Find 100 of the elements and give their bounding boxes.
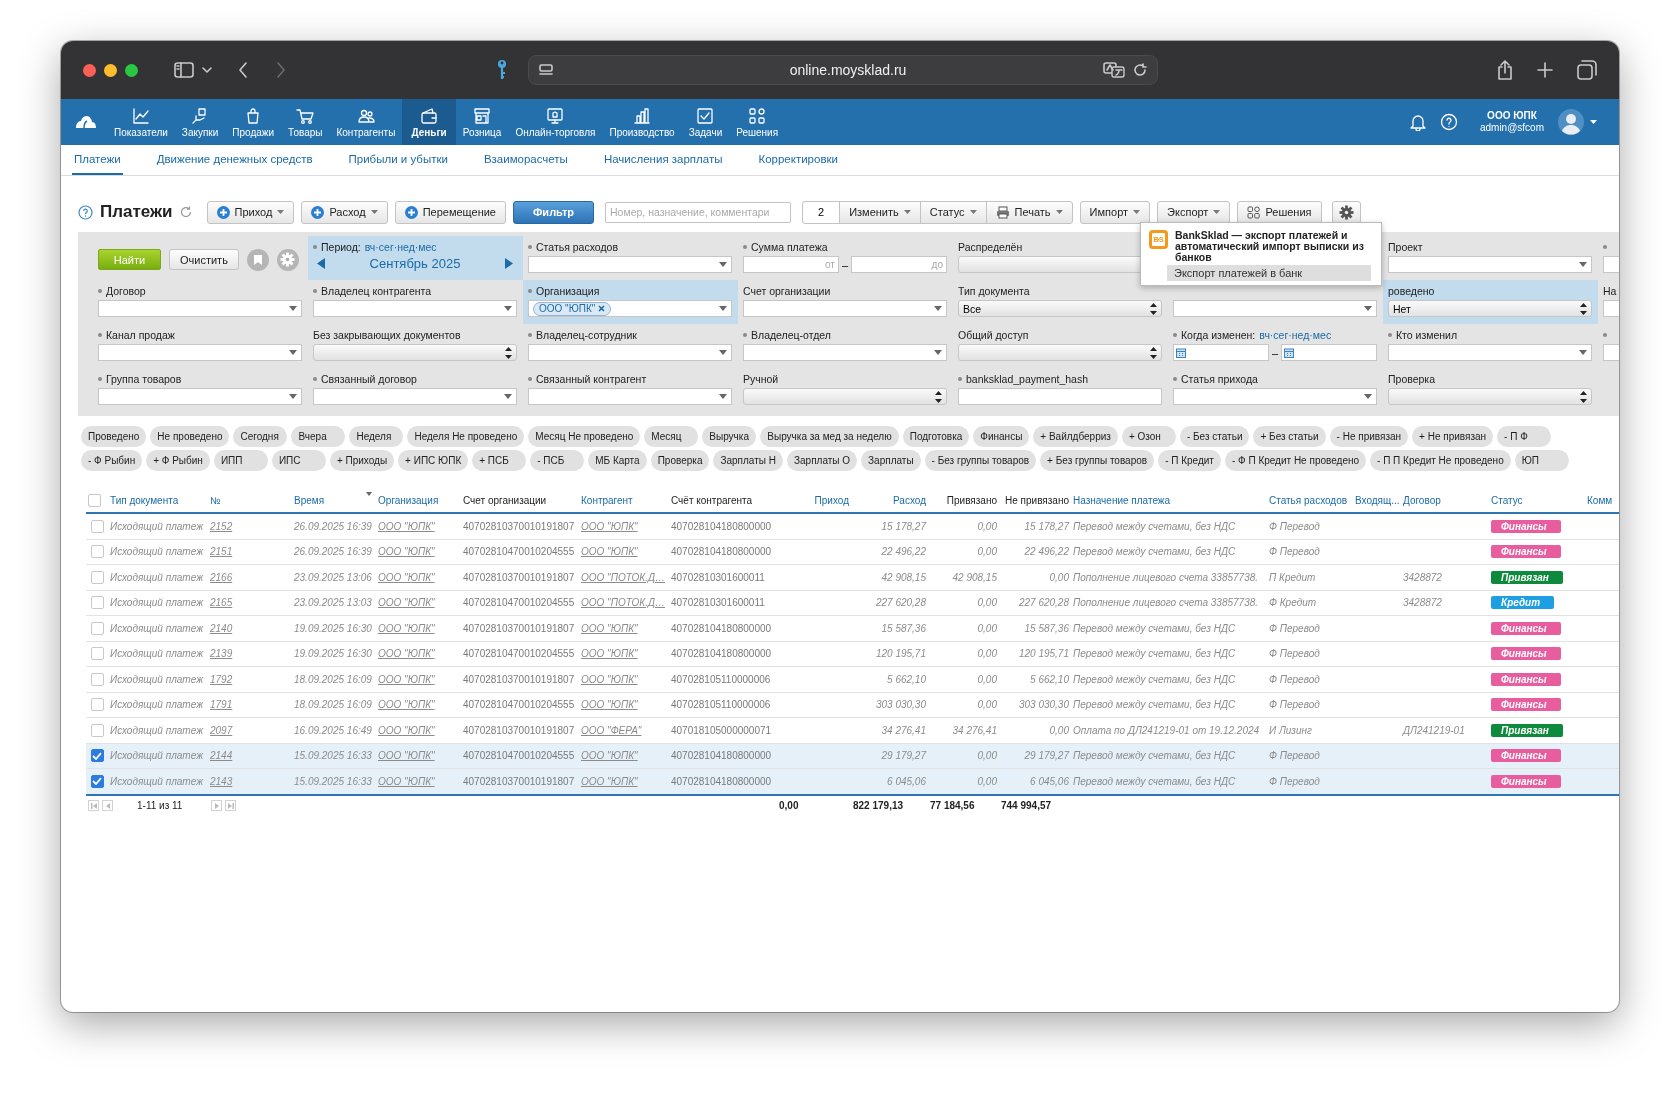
quick-filter-chip[interactable]: ЮП: [1514, 450, 1569, 471]
table-link[interactable]: 2151: [210, 546, 233, 558]
dropdown-field[interactable]: [1388, 344, 1592, 361]
table-link[interactable]: 2166: [210, 571, 233, 583]
nav-item[interactable]: Онлайн-торговля: [508, 99, 603, 145]
table-link[interactable]: ООО "ПОТОК.Д…: [581, 597, 666, 609]
zoom-button[interactable]: [125, 63, 138, 77]
quick-filter-chip[interactable]: Месяц: [644, 426, 699, 447]
back-icon[interactable]: [238, 62, 248, 78]
quick-filter-chip[interactable]: + Приходы: [329, 450, 395, 471]
status-tag[interactable]: Финансы: [1491, 519, 1561, 533]
table-link[interactable]: ООО "ЮПК": [378, 724, 435, 736]
quick-filter-chip[interactable]: Зарплаты Н: [713, 450, 783, 471]
select-field[interactable]: [743, 388, 947, 405]
select-field[interactable]: [313, 344, 517, 361]
new-tab-icon[interactable]: [1537, 62, 1553, 78]
date-field[interactable]: [1173, 344, 1269, 361]
quick-filter-chip[interactable]: + ИПС ЮПК: [398, 450, 469, 471]
status-tag[interactable]: Финансы: [1491, 698, 1561, 712]
table-link[interactable]: ООО "ФЕРА": [581, 724, 642, 736]
checkbox[interactable]: [90, 647, 104, 661]
solutions-button[interactable]: Решения: [1237, 200, 1322, 224]
quick-filter-chip[interactable]: + Без группы товаров: [1040, 450, 1155, 471]
column-header[interactable]: Назначение платежа: [1073, 495, 1171, 506]
selected-row[interactable]: Исходящий платеж 2144 15.09.2025 16:33 ООО "ЮПК" 40702810470010204555 ООО "ЮПК" 407028104180800000 29 179,27 0,00 29 179,27 Перевод между счетами, без НДС Ф Перевод Финансы: [86, 743, 1619, 769]
nav-item[interactable]: Розница: [455, 99, 509, 145]
next-arrow-icon[interactable]: [505, 258, 513, 269]
table-link[interactable]: 1792: [210, 673, 233, 685]
column-header[interactable]: Контрагент: [581, 495, 633, 506]
tab[interactable]: Корректировки: [756, 145, 840, 175]
status-tag[interactable]: Финансы: [1491, 621, 1561, 635]
checkbox[interactable]: [90, 723, 104, 737]
quick-filter-chip[interactable]: - П Кредит: [1158, 450, 1221, 471]
dropdown-field[interactable]: [313, 388, 517, 405]
quick-filter-chip[interactable]: + Озон: [1121, 426, 1176, 447]
menu-button[interactable]: Экспорт: [1157, 200, 1231, 224]
quick-filter-chip[interactable]: Сегодня: [233, 426, 288, 447]
quick-filter-chip[interactable]: + Не привязан: [1412, 426, 1494, 447]
tabs-icon[interactable]: [1577, 60, 1597, 80]
quick-filter-chip[interactable]: Вчера: [291, 426, 346, 447]
sort-indicator-icon[interactable]: [366, 492, 372, 496]
calendar-icon[interactable]: [1176, 347, 1186, 358]
status-tag[interactable]: Финансы: [1491, 647, 1561, 661]
next-page-button[interactable]: [211, 800, 223, 811]
quick-filter-chip[interactable]: - ПСБ: [530, 450, 585, 471]
checkbox[interactable]: [90, 596, 104, 610]
tab[interactable]: Взаиморасчеты: [481, 145, 570, 175]
quick-filter-chip[interactable]: Проведено: [81, 426, 147, 447]
avatar-icon[interactable]: [1558, 109, 1584, 135]
quick-filter-chip[interactable]: - Без группы товаров: [924, 450, 1037, 471]
quick-filter-chip[interactable]: Подготовка: [902, 426, 970, 447]
column-header[interactable]: Тип документа: [110, 495, 179, 506]
quick-filter-chip[interactable]: - П Ф: [1497, 426, 1552, 447]
tab[interactable]: Платежи: [72, 145, 123, 175]
create-button[interactable]: Перемещение: [394, 200, 506, 224]
nav-item[interactable]: Продажи: [225, 99, 282, 145]
column-header[interactable]: Расход: [893, 495, 926, 506]
filter-button[interactable]: Фильтр: [513, 200, 595, 224]
table-link[interactable]: ООО "ЮПК": [581, 622, 638, 634]
quick-filter-chip[interactable]: Проверка: [650, 450, 710, 471]
column-header[interactable]: Входящ...: [1355, 495, 1400, 506]
table-link[interactable]: ООО "ЮПК": [378, 648, 435, 660]
checkbox[interactable]: [90, 698, 104, 712]
quick-filter-chip[interactable]: ИПС: [271, 450, 326, 471]
share-icon[interactable]: [1497, 60, 1513, 80]
checkbox[interactable]: [90, 774, 104, 788]
status-tag[interactable]: Финансы: [1491, 749, 1561, 763]
table-link[interactable]: ООО "ЮПК": [378, 546, 435, 558]
nav-item[interactable]: Деньги: [402, 99, 456, 145]
dropdown-field[interactable]: [528, 388, 732, 405]
menu-button[interactable]: Статус: [919, 200, 987, 224]
column-header[interactable]: Статья расходов: [1269, 495, 1348, 506]
quick-filter-chip[interactable]: МБ Карта: [588, 450, 647, 471]
menu-item[interactable]: Экспорт платежей в банк: [1167, 265, 1371, 281]
clear-button[interactable]: Очистить: [169, 249, 239, 270]
first-page-button[interactable]: [88, 800, 99, 811]
quick-filter-chip[interactable]: - П П Кредит Не проведено: [1370, 450, 1511, 471]
column-header[interactable]: Статус: [1491, 495, 1523, 506]
menu-button[interactable]: Изменить: [839, 200, 921, 224]
checkbox[interactable]: [90, 570, 104, 584]
quick-filter-chip[interactable]: Месяц Не проведено: [528, 426, 641, 447]
minimize-button[interactable]: [104, 63, 117, 77]
quick-filter-chip[interactable]: - Не привязан: [1329, 426, 1409, 447]
table-link[interactable]: ООО "ЮПК": [581, 648, 638, 660]
dropdown-field[interactable]: [313, 300, 517, 317]
forward-icon[interactable]: [276, 62, 286, 78]
previous-page-button[interactable]: [102, 800, 113, 811]
checkbox[interactable]: [88, 494, 101, 507]
dropdown-field[interactable]: [528, 256, 732, 273]
table-link[interactable]: 1791: [210, 699, 233, 711]
table-link[interactable]: ООО "ЮПК": [378, 571, 435, 583]
checkbox[interactable]: [90, 545, 104, 559]
quick-filter-chip[interactable]: Зарплаты: [861, 450, 921, 471]
chevron-down-icon[interactable]: [202, 67, 212, 73]
quick-filter-chip[interactable]: Зарплаты О: [787, 450, 858, 471]
column-header[interactable]: №: [210, 495, 221, 506]
quick-filter-chip[interactable]: Финансы: [973, 426, 1030, 447]
table-link[interactable]: ООО "ЮПК": [581, 673, 638, 685]
quick-filter-chip[interactable]: ИПП: [213, 450, 268, 471]
table-link[interactable]: ООО "ЮПК": [581, 699, 638, 711]
